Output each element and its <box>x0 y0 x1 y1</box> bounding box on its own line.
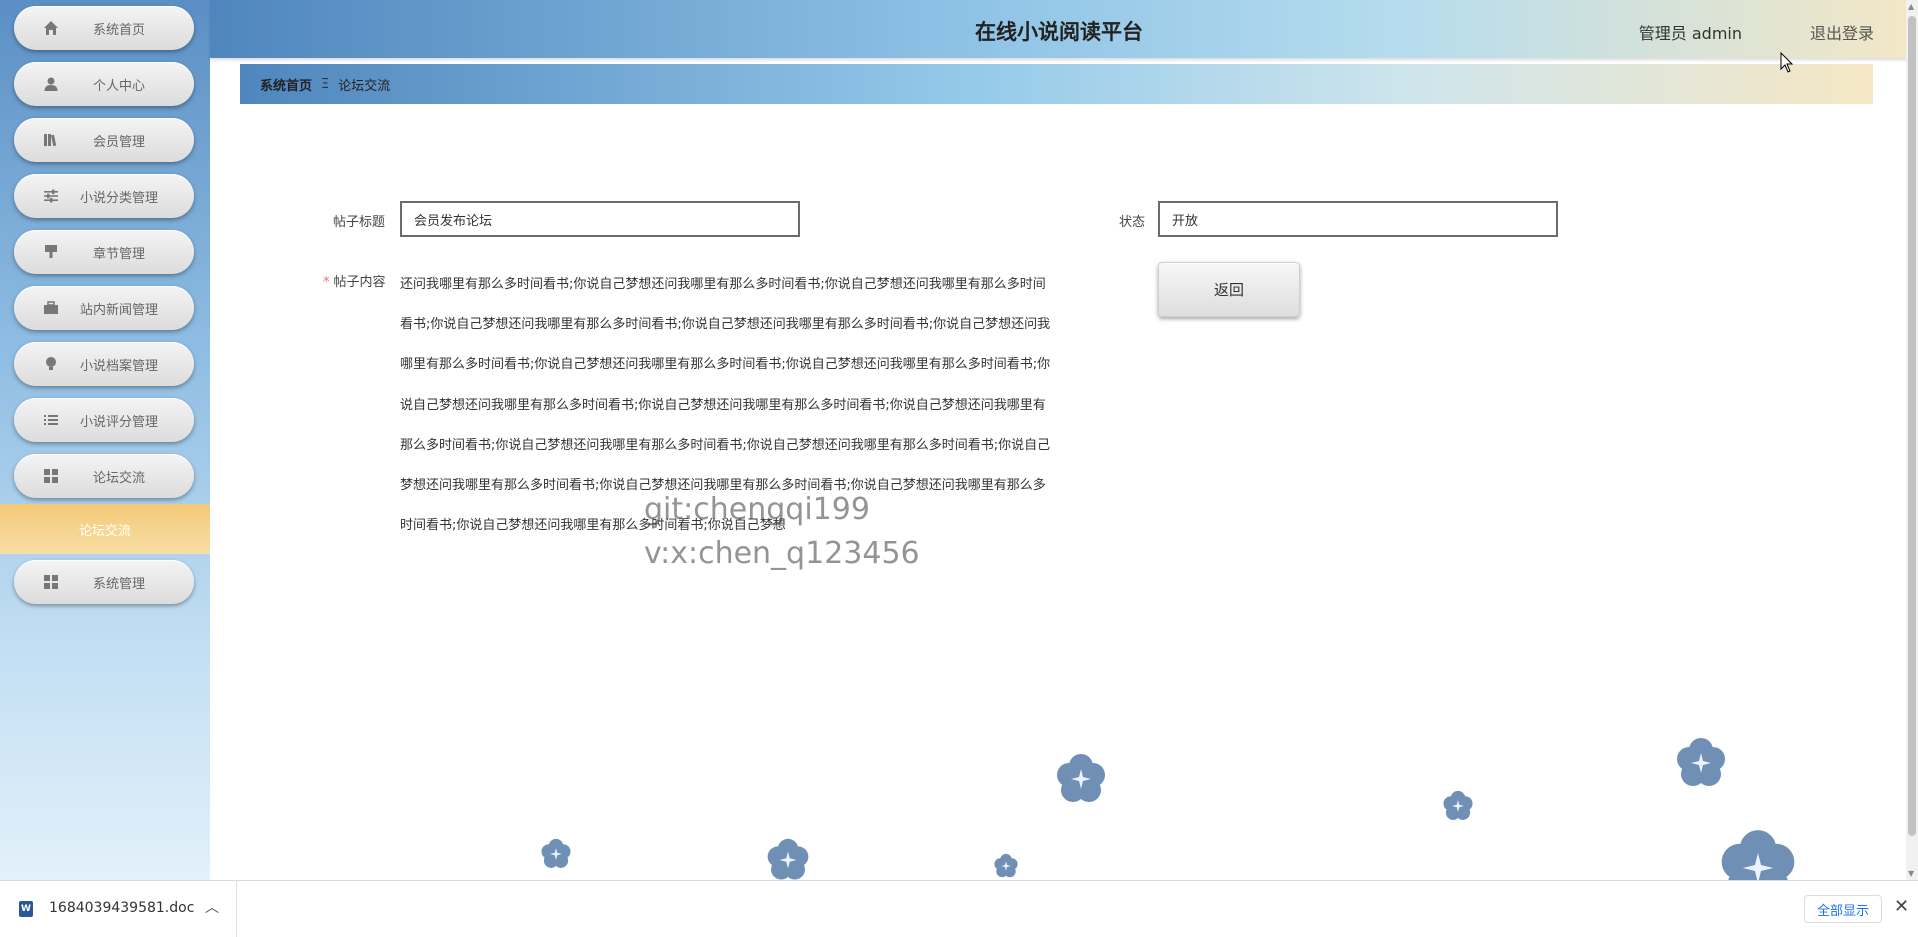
flower-decoration <box>541 838 571 868</box>
chevron-up-icon[interactable]: ︿ <box>205 897 219 917</box>
post-content-label: * 帖子内容 <box>323 271 386 290</box>
sidebar-item-label: 系统首页 <box>92 22 145 38</box>
breadcrumb-separator: Ξ <box>321 76 330 92</box>
sidebar-item-label: 论坛交流 <box>92 470 145 486</box>
flower-decoration <box>1057 754 1105 802</box>
sidebar: 系统首页 个人中心 会员管理 小说分类管理 章节管理 站内新闻管理 小说档案管理… <box>0 0 210 880</box>
required-mark: * <box>323 275 330 290</box>
status-input[interactable] <box>1158 201 1558 237</box>
show-all-downloads-button[interactable]: 全部显示 <box>1804 895 1882 923</box>
sidebar-item-system-management[interactable]: 系统管理 <box>14 560 194 604</box>
watermark-line-2: v:x:chen_q123456 <box>644 536 920 571</box>
sidebar-item-label: 站内新闻管理 <box>79 302 158 318</box>
logout-link[interactable]: 退出登录 <box>1810 20 1874 44</box>
post-title-label: 帖子标题 <box>333 215 386 230</box>
close-icon[interactable]: ✕ <box>1894 896 1909 917</box>
sidebar-item-label: 系统管理 <box>92 576 145 592</box>
sidebar-item-chapter-management[interactable]: 章节管理 <box>14 230 194 274</box>
back-button[interactable]: 返回 <box>1158 262 1300 317</box>
sidebar-item-news-management[interactable]: 站内新闻管理 <box>14 286 194 330</box>
download-file-name: 1684039439581.doc <box>49 900 195 916</box>
breadcrumb-home[interactable]: 系统首页 <box>260 75 312 94</box>
word-doc-icon: W <box>19 901 33 917</box>
status-label: 状态 <box>1119 215 1146 230</box>
sidebar-item-label: 小说评分管理 <box>79 414 158 430</box>
sidebar-item-label: 会员管理 <box>92 134 145 150</box>
sidebar-item-personal-center[interactable]: 个人中心 <box>14 62 194 106</box>
sidebar-subitem-forum-active[interactable]: 论坛交流 <box>0 504 210 554</box>
mouse-cursor-icon <box>1780 52 1794 73</box>
breadcrumb: 系统首页 Ξ 论坛交流 <box>240 64 1873 104</box>
breadcrumb-current[interactable]: 论坛交流 <box>338 75 390 94</box>
flower-decoration <box>1677 738 1725 786</box>
sidebar-item-label: 小说档案管理 <box>79 358 158 374</box>
flower-decoration <box>994 853 1018 878</box>
sidebar-item-member-management[interactable]: 会员管理 <box>14 118 194 162</box>
sidebar-item-label: 小说分类管理 <box>79 190 158 206</box>
flower-decoration <box>1443 790 1473 820</box>
sidebar-item-label: 章节管理 <box>92 246 145 262</box>
scrollbar-thumb[interactable] <box>1908 16 1916 836</box>
post-title-input[interactable] <box>400 201 800 237</box>
top-header: 在线小说阅读平台 管理员 admin 退出登录 <box>210 0 1908 58</box>
watermark-line-1: git:chengqi199 <box>644 492 870 527</box>
scroll-up-icon[interactable]: ▲ <box>1908 2 1914 11</box>
flower-decoration <box>1721 830 1795 880</box>
sidebar-item-label: 个人中心 <box>92 78 145 94</box>
download-bar: W 1684039439581.doc ︿ 全部显示 ✕ <box>0 880 1918 937</box>
sidebar-item-archive-management[interactable]: 小说档案管理 <box>14 342 194 386</box>
sidebar-item-forum[interactable]: 论坛交流 <box>14 454 194 498</box>
sidebar-item-rating-management[interactable]: 小说评分管理 <box>14 398 194 442</box>
scroll-down-icon[interactable]: ▼ <box>1908 869 1914 878</box>
current-user: 管理员 admin <box>1638 24 1742 43</box>
sidebar-item-home[interactable]: 系统首页 <box>14 6 194 50</box>
vertical-scrollbar[interactable]: ▲ ▼ <box>1906 0 1918 880</box>
sidebar-item-category-management[interactable]: 小说分类管理 <box>14 174 194 218</box>
download-item[interactable]: W 1684039439581.doc ︿ <box>0 881 237 937</box>
post-content-label-text: 帖子内容 <box>333 275 386 290</box>
